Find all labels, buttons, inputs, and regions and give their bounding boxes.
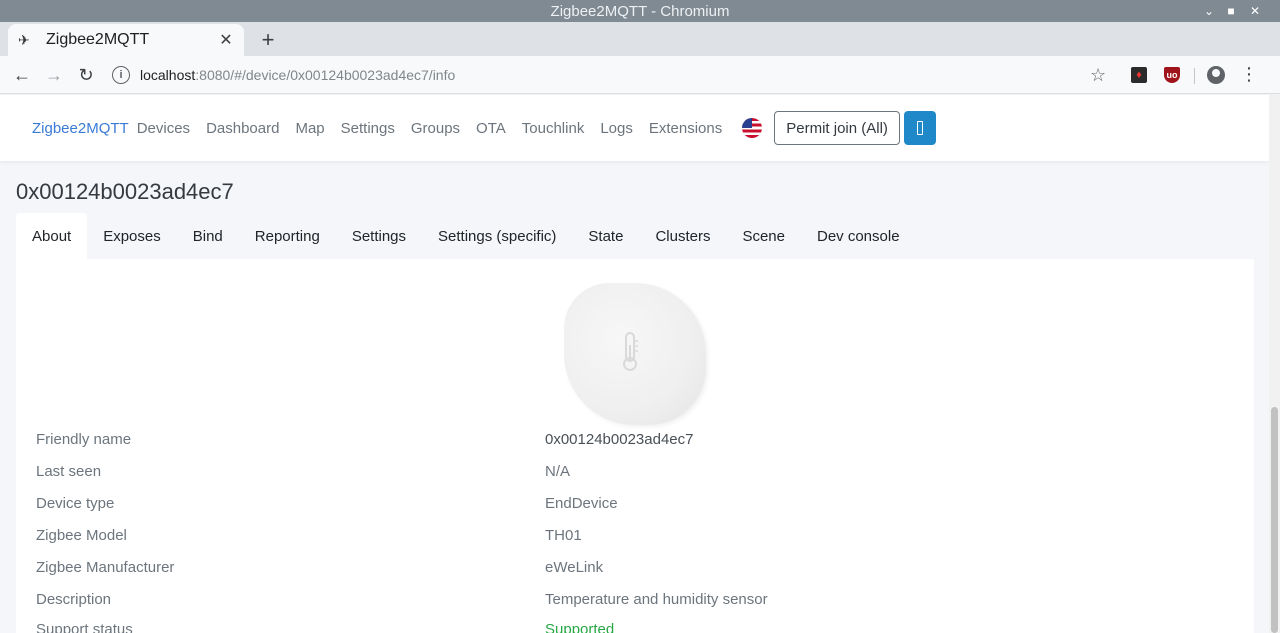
tab-reporting[interactable]: Reporting <box>239 213 336 259</box>
tab-strip: ✈ Zigbee2MQTT ✕ + <box>0 22 1280 56</box>
info-label: Description <box>36 591 112 608</box>
info-label: Last seen <box>36 463 102 480</box>
tab-bind[interactable]: Bind <box>177 213 239 259</box>
info-value: Temperature and humidity sensor <box>545 591 768 608</box>
tab-exposes[interactable]: Exposes <box>87 213 177 259</box>
info-row-support-status: Support status Supported <box>36 621 1236 633</box>
info-value: EndDevice <box>545 495 618 512</box>
scrollbar-thumb[interactable] <box>1271 407 1278 633</box>
nav-touchlink[interactable]: Touchlink <box>522 120 585 137</box>
page-viewport: Zigbee2MQTT Devices Dashboard Map Settin… <box>0 95 1269 633</box>
device-image <box>564 283 706 425</box>
bookmark-star-icon[interactable]: ☆ <box>1090 65 1106 86</box>
browser-tab-title: Zigbee2MQTT <box>46 31 150 48</box>
info-row-description: Description Temperature and humidity sen… <box>36 591 1236 611</box>
back-icon[interactable]: ← <box>10 63 34 87</box>
info-label: Zigbee Manufacturer <box>36 559 175 576</box>
url-path: :8080/#/device/0x00124b0023ad4ec7/info <box>195 67 456 83</box>
window-title: Zigbee2MQTT - Chromium <box>550 2 730 20</box>
nav-ota[interactable]: OTA <box>476 120 506 137</box>
device-title: 0x00124b0023ad4ec7 <box>16 179 234 204</box>
tab-settings[interactable]: Settings <box>336 213 422 259</box>
info-value: 0x00124b0023ad4ec7 <box>545 431 694 448</box>
nav-logs[interactable]: Logs <box>600 120 633 137</box>
forward-icon[interactable]: → <box>42 63 66 87</box>
ublock-shield-icon[interactable]: uo <box>1164 67 1180 83</box>
nav-devices[interactable]: Devices <box>137 120 190 137</box>
close-tab-icon[interactable]: ✕ <box>218 30 234 50</box>
info-value: eWeLink <box>545 559 604 576</box>
info-label: Device type <box>36 495 115 512</box>
browser-menu-icon[interactable]: ⋮ <box>1240 65 1258 83</box>
nav-dashboard[interactable]: Dashboard <box>206 120 279 137</box>
reload-icon[interactable]: ↻ <box>74 63 98 87</box>
nav-settings[interactable]: Settings <box>341 120 395 137</box>
window-titlebar: Zigbee2MQTT - Chromium ⌄ ■ ✕ <box>0 0 1280 22</box>
info-row-zigbee-model: Zigbee Model TH01 <box>36 527 1236 547</box>
device-tabs: About Exposes Bind Reporting Settings Se… <box>16 213 916 259</box>
new-tab-icon[interactable]: + <box>256 27 280 52</box>
permit-join-button[interactable]: Permit join (All) <box>774 111 900 145</box>
dropdown-icon <box>916 121 923 135</box>
info-row-friendly-name: Friendly name 0x00124b0023ad4ec7 <box>36 431 1236 451</box>
info-label: Zigbee Model <box>36 527 127 544</box>
nav-map[interactable]: Map <box>295 120 324 137</box>
extension-red-icon[interactable]: ♦ <box>1131 67 1147 83</box>
thermometer-icon <box>623 332 638 371</box>
nav-extensions[interactable]: Extensions <box>649 120 722 137</box>
page-scrollbar[interactable] <box>1269 95 1280 633</box>
info-row-last-seen: Last seen N/A <box>36 463 1236 483</box>
maximize-icon[interactable]: ■ <box>1220 0 1242 22</box>
browser-toolbar: ← → ↻ i localhost:8080/#/device/0x00124b… <box>0 56 1280 94</box>
toolbar-divider <box>1194 68 1195 84</box>
tab-about[interactable]: About <box>16 213 88 259</box>
tab-clusters[interactable]: Clusters <box>639 213 726 259</box>
info-label: Support status <box>36 621 133 633</box>
info-value: TH01 <box>545 527 582 544</box>
close-window-icon[interactable]: ✕ <box>1244 0 1266 22</box>
address-bar[interactable]: i localhost:8080/#/device/0x00124b0023ad… <box>112 62 1122 88</box>
profile-avatar-icon[interactable] <box>1207 66 1225 84</box>
app-navbar: Zigbee2MQTT Devices Dashboard Map Settin… <box>0 95 1269 161</box>
tab-scene[interactable]: Scene <box>726 213 801 259</box>
info-row-device-type: Device type EndDevice <box>36 495 1236 515</box>
zigbee-favicon-icon: ✈ <box>18 32 30 48</box>
tab-settings-specific[interactable]: Settings (specific) <box>422 213 572 259</box>
info-label: Friendly name <box>36 431 132 448</box>
site-info-icon[interactable]: i <box>112 66 130 84</box>
language-flag-icon[interactable] <box>742 118 763 138</box>
tab-dev-console[interactable]: Dev console <box>801 213 916 259</box>
support-status-link[interactable]: Supported <box>545 621 614 633</box>
url-host: localhost <box>140 67 196 83</box>
brand-link[interactable]: Zigbee2MQTT <box>32 120 129 137</box>
browser-tab[interactable]: ✈ Zigbee2MQTT ✕ <box>8 24 244 56</box>
tab-state[interactable]: State <box>572 213 639 259</box>
device-info-card: Friendly name 0x00124b0023ad4ec7 Last se… <box>16 259 1254 633</box>
info-row-zigbee-manufacturer: Zigbee Manufacturer eWeLink <box>36 559 1236 579</box>
info-value: N/A <box>545 463 571 480</box>
permit-join-dropdown-button[interactable] <box>903 111 936 145</box>
minimize-icon[interactable]: ⌄ <box>1198 0 1220 22</box>
nav-groups[interactable]: Groups <box>411 120 460 137</box>
